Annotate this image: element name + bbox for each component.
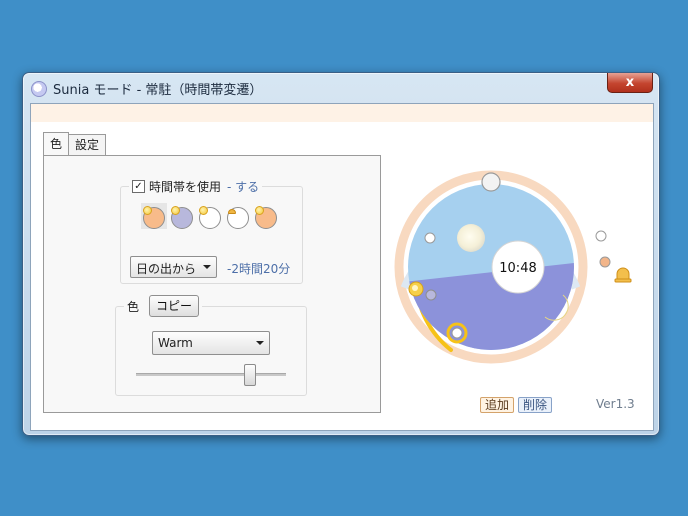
chevron-down-icon: [256, 341, 264, 345]
tab-strip: 色 設定: [43, 132, 107, 155]
phase-sun-lavender[interactable]: [169, 203, 195, 229]
color-group: 色 コピー Warm: [115, 295, 307, 396]
phase-marker-night[interactable]: [425, 289, 437, 301]
bell-base-icon: [614, 278, 632, 283]
delete-button[interactable]: 削除: [518, 397, 553, 413]
version-label: Ver1.3: [596, 397, 635, 411]
header-band: [31, 104, 653, 122]
use-timezone-label: 時間帯を使用: [149, 180, 222, 194]
sunrise-handle-core: [412, 285, 418, 291]
check-mark-icon: ✓: [134, 180, 143, 192]
tab-color[interactable]: 色: [43, 132, 70, 155]
time-dial[interactable]: 10:48: [383, 170, 638, 365]
color-group-header: 色 コピー: [124, 295, 203, 317]
tab-settings[interactable]: 設定: [68, 134, 107, 155]
phase-icon-row: [141, 203, 281, 229]
close-button[interactable]: x: [607, 73, 653, 93]
bell-icon[interactable]: [616, 267, 630, 281]
color-preset-value: Warm: [158, 336, 193, 350]
phase-sunrise-orange[interactable]: [141, 203, 167, 229]
close-icon: x: [625, 75, 635, 90]
copy-button[interactable]: コピー: [149, 295, 200, 317]
phase-sunset-orange[interactable]: [253, 203, 279, 229]
window-title: Sunia モード - 常駐（時間帯変遷）: [53, 83, 263, 98]
sun-badge-icon: [199, 206, 208, 215]
use-timezone-checkbox[interactable]: ✓: [132, 180, 145, 193]
use-timezone-status: - する: [227, 180, 260, 194]
color-intensity-slider[interactable]: [136, 364, 286, 386]
timezone-group: ✓ 時間帯を使用 - する 日の出から -2時間20分: [120, 178, 303, 284]
title-bar[interactable]: Sunia モード - 常駐（時間帯変遷） x: [23, 73, 659, 103]
phase-marker-right[interactable]: [595, 230, 607, 242]
sun-badge-icon: [143, 206, 152, 215]
time-display: 10:48: [499, 261, 536, 276]
add-button[interactable]: 追加: [480, 397, 515, 413]
bell-badge-icon: [228, 209, 236, 214]
top-handle[interactable]: [481, 172, 501, 192]
sun-badge-icon: [171, 206, 180, 215]
base-time-select-value: 日の出から: [136, 262, 197, 276]
time-offset[interactable]: -2時間20分: [227, 260, 290, 277]
app-moon-icon: [31, 81, 47, 97]
phase-marker-sunset[interactable]: [599, 256, 611, 268]
sun-badge-icon: [255, 206, 264, 215]
sun-icon: [457, 224, 485, 252]
color-tab-panel: ✓ 時間帯を使用 - する 日の出から -2時間20分 色 コピー Warm: [43, 155, 381, 413]
color-preset-select[interactable]: Warm: [152, 331, 270, 355]
timezone-group-header: ✓ 時間帯を使用 - する: [129, 178, 263, 195]
slider-thumb[interactable]: [243, 364, 256, 386]
chevron-down-icon: [203, 265, 211, 269]
phase-bell-white[interactable]: [225, 203, 251, 229]
phase-sun-white[interactable]: [197, 203, 223, 229]
color-group-label: 色: [127, 299, 140, 314]
range-end-handle-core: [451, 327, 463, 339]
phase-marker-left[interactable]: [424, 232, 436, 244]
base-time-select[interactable]: 日の出から: [130, 256, 217, 278]
